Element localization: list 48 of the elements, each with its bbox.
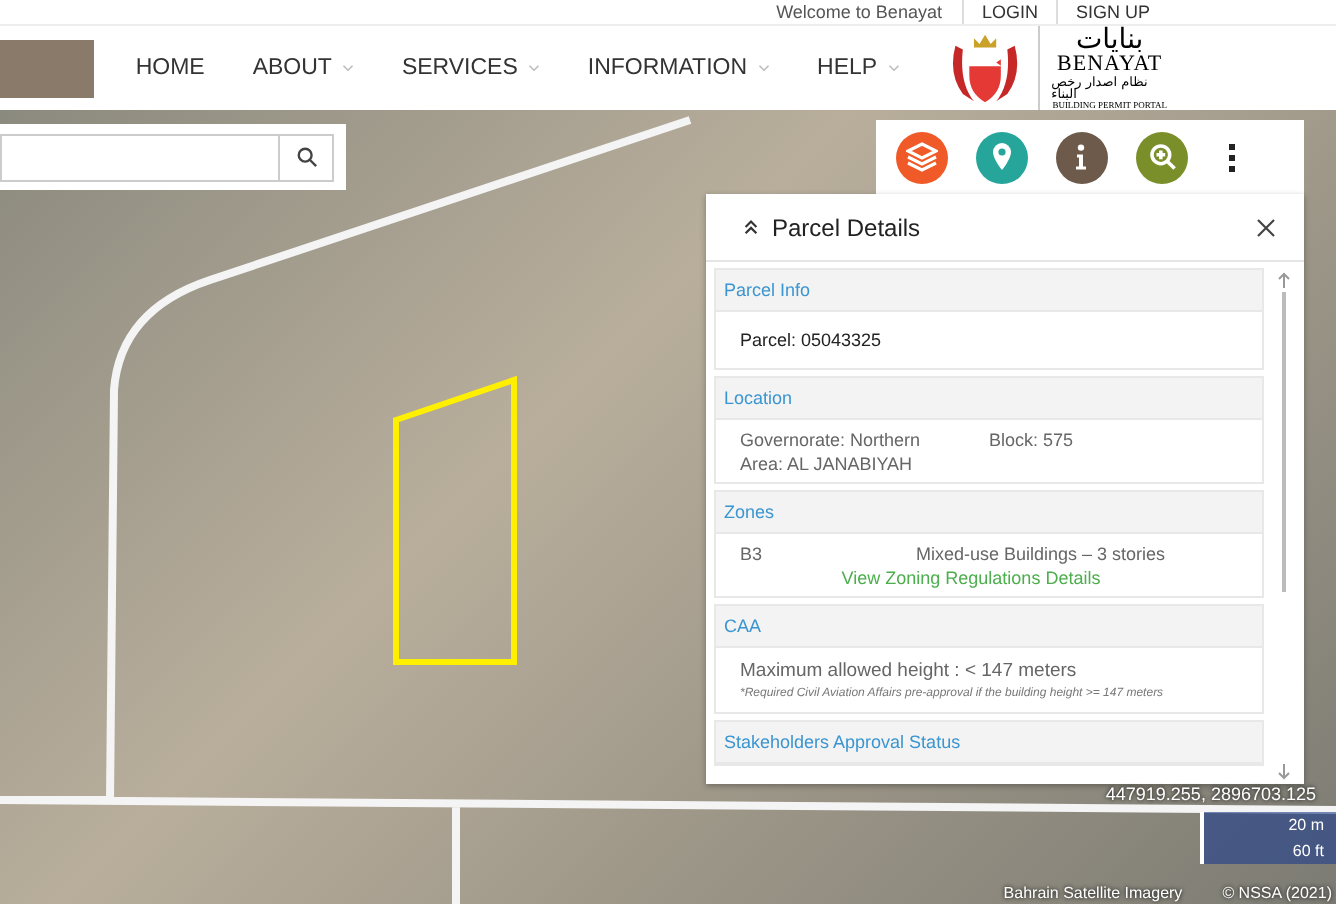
- section-header: CAA: [716, 606, 1262, 648]
- nav-link[interactable]: HOME: [135, 56, 205, 80]
- arrow-down-icon: [1276, 764, 1292, 780]
- location-field: Area: AL JANABIYAH: [740, 452, 989, 476]
- collapse-button[interactable]: [742, 218, 760, 236]
- nav-link[interactable]: SERVICES: [401, 56, 540, 80]
- zone-code: B3: [740, 542, 765, 566]
- parcel-number-text: Parcel: 05043325: [740, 328, 884, 354]
- max-height-text: Maximum allowed height : < 147 meters: [740, 660, 1079, 684]
- arrow-up-icon: [1276, 272, 1292, 288]
- double-chevron-up-icon: [742, 218, 760, 236]
- scale-label: 20 m: [1288, 814, 1324, 838]
- info-button[interactable]: [1056, 131, 1108, 183]
- close-button[interactable]: [1256, 217, 1276, 237]
- search-field[interactable]: [0, 124, 346, 190]
- zoom-in-icon: [1149, 144, 1175, 170]
- top-bar-link[interactable]: SIGN UP: [1055, 0, 1168, 24]
- location-field: Governorate: Northern: [740, 428, 989, 452]
- attribution-text: Bahrain Satellite Imagery: [1003, 884, 1183, 902]
- attribution-text: © NSSA (2021): [1222, 884, 1332, 902]
- coordinates-text: 447919.255, 2896703.125: [1105, 784, 1316, 804]
- info-icon: [1076, 144, 1088, 170]
- scale-label: 60 ft: [1292, 840, 1324, 864]
- logo-photo-placeholder: [0, 39, 94, 97]
- section-header: Stakeholders Approval Status: [716, 722, 1262, 764]
- nav-link[interactable]: INFORMATION: [587, 56, 770, 80]
- location-pin-button[interactable]: [976, 131, 1028, 183]
- close-icon: [1256, 217, 1276, 237]
- scrollbar-thumb[interactable]: [1282, 292, 1286, 592]
- layers-icon: [906, 142, 938, 172]
- layers-button[interactable]: [896, 131, 948, 183]
- location-field: Block: 575: [989, 428, 1238, 452]
- nav-link[interactable]: ABOUT: [252, 56, 354, 80]
- brand-name: BENAYAT: [1057, 53, 1163, 76]
- zoom-in-button[interactable]: [1136, 131, 1188, 183]
- welcome-text: Welcome to Benayat: [774, 0, 944, 24]
- nav-link[interactable]: HELP: [817, 56, 900, 80]
- section-header: Zones: [716, 492, 1262, 534]
- search-icon: [295, 146, 317, 168]
- search-button[interactable]: [278, 133, 334, 181]
- section-header: Location: [716, 378, 1262, 420]
- brand-arabic-name: بنايات: [1075, 25, 1144, 54]
- section-header: Parcel Info: [716, 270, 1262, 312]
- zone-description: Mixed-use Buildings – 3 stories: [916, 542, 1168, 566]
- top-bar-link[interactable]: LOGIN: [961, 0, 1056, 24]
- kebab-menu-icon: [1228, 141, 1236, 173]
- location-pin-icon: [992, 142, 1012, 172]
- panel-title: Parcel Details: [772, 213, 923, 241]
